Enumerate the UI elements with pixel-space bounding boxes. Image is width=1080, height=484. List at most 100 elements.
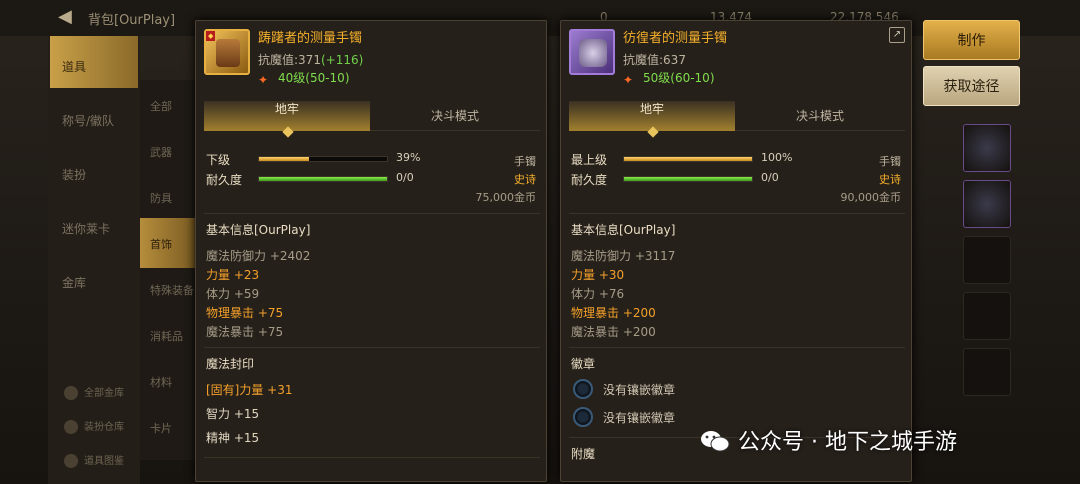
stat-line: 力量 +30 (571, 268, 625, 282)
durability-bar-fill (259, 177, 387, 181)
item-tooltip-right: 彷徨者的测量手镯 ↗ 抗魔值:637 ✦ 50级(60-10) 地牢 决斗模式 最… (560, 20, 912, 482)
subnav-material[interactable]: 材料 (140, 356, 196, 406)
magic-resist-bonus: (+116) (320, 53, 364, 67)
nav-item-items[interactable]: 道具 (50, 36, 138, 88)
divider (204, 347, 540, 348)
grade-bar-fill (624, 157, 752, 161)
stat-line: 魔法防御力 +3117 (571, 249, 676, 263)
grade-block: 下级 39% 耐久度 0/0 手镯 史诗 75,000金币 (206, 151, 540, 211)
subnav-card[interactable]: 卡片 (140, 402, 196, 452)
wechat-logo-icon (701, 431, 730, 452)
mode-tabs: 地牢 决斗模式 (569, 101, 905, 138)
grade-block: 最上级 100% 耐久度 0/0 手镯 史诗 90,000金币 (571, 151, 905, 211)
tab-dungeon[interactable]: 地牢 (569, 101, 735, 138)
share-icon[interactable]: ↗ (889, 27, 905, 43)
vault-icon (64, 386, 78, 400)
inventory-slot[interactable] (963, 180, 1011, 228)
stat-line: 魔法防御力 +2402 (206, 249, 311, 263)
basic-info-title: 基本信息[OurPlay] (571, 223, 676, 237)
subnav-consumable[interactable]: 消耗品 (140, 310, 196, 360)
divider (204, 213, 540, 214)
level-requirement: ✦ 50级(60-10) (623, 71, 715, 87)
craft-button[interactable]: 制作 (923, 20, 1020, 60)
selected-diamond-icon (282, 126, 294, 138)
durability-value: 0/0 (396, 171, 414, 184)
emblem-slot-label: 没有镶嵌徽章 (603, 411, 676, 425)
fire-icon: ✦ (258, 73, 269, 87)
grade-bar (623, 156, 753, 162)
grade-percent: 39% (396, 151, 421, 164)
item-type: 手镯 (879, 155, 901, 168)
bracelet-item-icon (569, 29, 615, 75)
bracelet-item-icon: ◆ (204, 29, 250, 75)
durability-bar (623, 176, 753, 182)
nav-item-costume[interactable]: 装扮 (50, 144, 138, 196)
grade-percent: 100% (761, 151, 793, 164)
grade-row: 下级 39% (206, 151, 421, 167)
subnav-all[interactable]: 全部 (140, 80, 196, 130)
selected-diamond-icon (647, 126, 659, 138)
grade-bar-fill (259, 157, 309, 161)
stat-line: 体力 +76 (571, 287, 625, 301)
stat-line: 魔法暴击 +200 (571, 325, 656, 339)
item-name: 踌躇者的测量手镯 (258, 31, 363, 46)
emblem-title: 徽章 (571, 357, 596, 371)
item-rarity: 史诗 (879, 173, 901, 186)
stat-line: 力量 +23 (206, 268, 260, 282)
codex-icon (64, 454, 78, 468)
back-arrow-icon[interactable]: ◀ (58, 6, 72, 27)
inventory-slot[interactable] (963, 348, 1011, 396)
grade-row: 最上级 100% (571, 151, 793, 167)
game-screen: ◀ 背包[OurPlay] 0 13,474 22,178,546 道具 称号/… (0, 0, 1080, 484)
magic-resist: 抗魔值:637 (623, 53, 686, 67)
durability-bar (258, 176, 388, 182)
nav-item-mini[interactable]: 迷你莱卡 (50, 198, 138, 250)
subnav-accessory[interactable]: 首饰 (140, 218, 196, 268)
durability-bar-fill (624, 177, 752, 181)
costume-icon (64, 420, 78, 434)
side-link-codex[interactable]: 道具图鉴 (64, 452, 124, 468)
nav-item-titles[interactable]: 称号/徽队 (50, 90, 138, 142)
divider (569, 347, 905, 348)
inventory-slot[interactable] (963, 292, 1011, 340)
item-price: 75,000金币 (475, 191, 537, 204)
inventory-slot[interactable] (963, 124, 1011, 172)
tooltip-header: ◆ 踌躇者的测量手镯 抗魔值:371(+116) ✦ 40级(50-10) (196, 21, 546, 93)
obtain-source-button[interactable]: 获取途径 (923, 66, 1020, 106)
basic-info-title: 基本信息[OurPlay] (206, 223, 311, 237)
tab-pvp[interactable]: 决斗模式 (372, 101, 538, 131)
emblem-slot-icon[interactable] (573, 407, 593, 427)
item-price: 90,000金币 (840, 191, 902, 204)
item-tooltip-left: ◆ 踌躇者的测量手镯 抗魔值:371(+116) ✦ 40级(50-10) 地牢 … (195, 20, 547, 482)
durability-value: 0/0 (761, 171, 779, 184)
tab-dungeon[interactable]: 地牢 (204, 101, 370, 138)
magic-seal-title: 魔法封印 (206, 357, 255, 371)
enchant-title: 附魔 (571, 447, 596, 461)
emblem-slot-label: 没有镶嵌徽章 (603, 383, 676, 397)
new-tag-icon: ◆ (206, 31, 216, 41)
stat-line: 物理暴击 +75 (206, 306, 284, 320)
subnav-special[interactable]: 特殊装备 (140, 264, 196, 314)
emblem-slot-icon[interactable] (573, 379, 593, 399)
inventory-category-nav: 道具 称号/徽队 装扮 迷你莱卡 金库 (48, 36, 140, 484)
item-type: 手镯 (514, 155, 536, 168)
divider (204, 457, 540, 458)
item-subcategory-nav: 全部 武器 防具 首饰 特殊装备 消耗品 材料 卡片 (140, 80, 196, 460)
inventory-slot[interactable] (963, 236, 1011, 284)
stat-line: 魔法暴击 +75 (206, 325, 284, 339)
durability-row: 耐久度 0/0 (206, 171, 414, 187)
stat-line: 物理暴击 +200 (571, 306, 656, 320)
side-link-costume[interactable]: 装扮仓库 (64, 418, 124, 434)
item-name: 彷徨者的测量手镯 (623, 31, 728, 46)
subnav-armor[interactable]: 防具 (140, 172, 196, 222)
seal-line: [固有]力量 +31 (206, 383, 293, 397)
tooltip-header: 彷徨者的测量手镯 ↗ 抗魔值:637 ✦ 50级(60-10) (561, 21, 911, 93)
watermark: 公众号 · 地下之城手游 (700, 424, 957, 456)
nav-item-vault[interactable]: 金库 (50, 252, 138, 304)
seal-line: 精神 +15 (206, 431, 260, 445)
divider (569, 213, 905, 214)
subnav-weapon[interactable]: 武器 (140, 126, 196, 176)
mode-tabs: 地牢 决斗模式 (204, 101, 540, 138)
tab-pvp[interactable]: 决斗模式 (737, 101, 903, 131)
side-link-vault[interactable]: 全部金库 (64, 384, 124, 400)
